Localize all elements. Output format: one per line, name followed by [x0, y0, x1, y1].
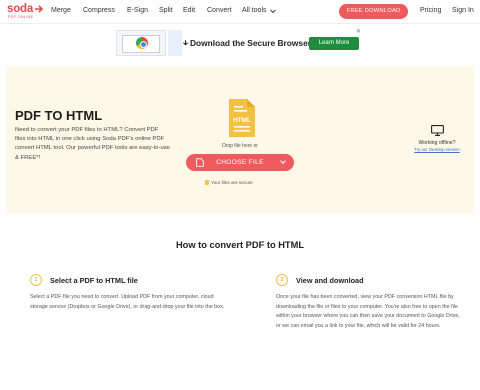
monitor-icon — [431, 125, 444, 136]
choose-file-button[interactable]: CHOOSE FILE — [186, 154, 294, 171]
nav-pricing[interactable]: Pricing — [420, 7, 441, 14]
step-2-title: View and download — [296, 276, 364, 285]
nav-split[interactable]: Split — [159, 7, 173, 14]
free-download-button[interactable]: FREE DOWNLOAD — [339, 4, 408, 19]
soda-logo[interactable]: soda PDF ONLINE — [7, 3, 45, 21]
nav-signin[interactable]: Sign In — [452, 7, 474, 14]
ad-learn-more-button[interactable]: Learn More — [309, 37, 359, 50]
ad-title: Download the Secure Browser — [190, 38, 311, 48]
download-arrow-icon — [183, 40, 188, 46]
nav-all-tools[interactable]: All tools — [242, 7, 267, 14]
step-1-number: 1 — [30, 274, 42, 286]
desktop-version-link[interactable]: Try our Desktop version — [403, 147, 471, 152]
logo-wordmark: soda — [7, 3, 34, 15]
nav-esign[interactable]: E-Sign — [127, 7, 148, 14]
logo-arrow-icon — [35, 5, 44, 13]
ad-close-icon[interactable]: ✕ — [356, 28, 361, 35]
ad-browser-image — [116, 30, 166, 56]
top-navbar: soda PDF ONLINE Merge Compress E-Sign Sp… — [0, 0, 480, 24]
step-1-title: Select a PDF to HTML file — [50, 276, 138, 285]
howto-heading: How to convert PDF to HTML — [175, 240, 305, 250]
offline-title: Working offline? — [418, 140, 456, 146]
choose-file-label: CHOOSE FILE — [216, 159, 264, 166]
step-2-description: Once your file has been converted, view … — [276, 294, 460, 330]
nav-compress[interactable]: Compress — [83, 7, 115, 14]
advertisement-banner[interactable]: Download the Secure Browser Learn More ✕ — [112, 28, 367, 59]
lock-icon — [205, 180, 209, 185]
ad-edge-image — [168, 30, 182, 56]
logo-subtitle: PDF ONLINE — [8, 15, 34, 19]
file-badge-label: HTML — [233, 117, 251, 124]
nav-merge[interactable]: Merge — [51, 7, 71, 14]
chevron-down-icon — [270, 9, 276, 14]
hero-section: PDF TO HTML Need to convert your PDF fil… — [6, 66, 474, 214]
chrome-logo-icon — [136, 37, 148, 49]
nav-convert[interactable]: Convert — [207, 7, 232, 14]
drop-zone-text: Drop file here or — [222, 143, 258, 149]
page-title: PDF TO HTML — [15, 108, 103, 123]
nav-edit[interactable]: Edit — [183, 7, 195, 14]
html-file-icon: HTML — [229, 99, 255, 137]
hero-description: Need to convert your PDF files to HTML? … — [15, 127, 170, 161]
step-2-number: 2 — [276, 274, 288, 286]
step-1-description: Select a PDF file you need to convert. U… — [30, 294, 225, 310]
secure-note: Your files are secure — [211, 180, 253, 185]
